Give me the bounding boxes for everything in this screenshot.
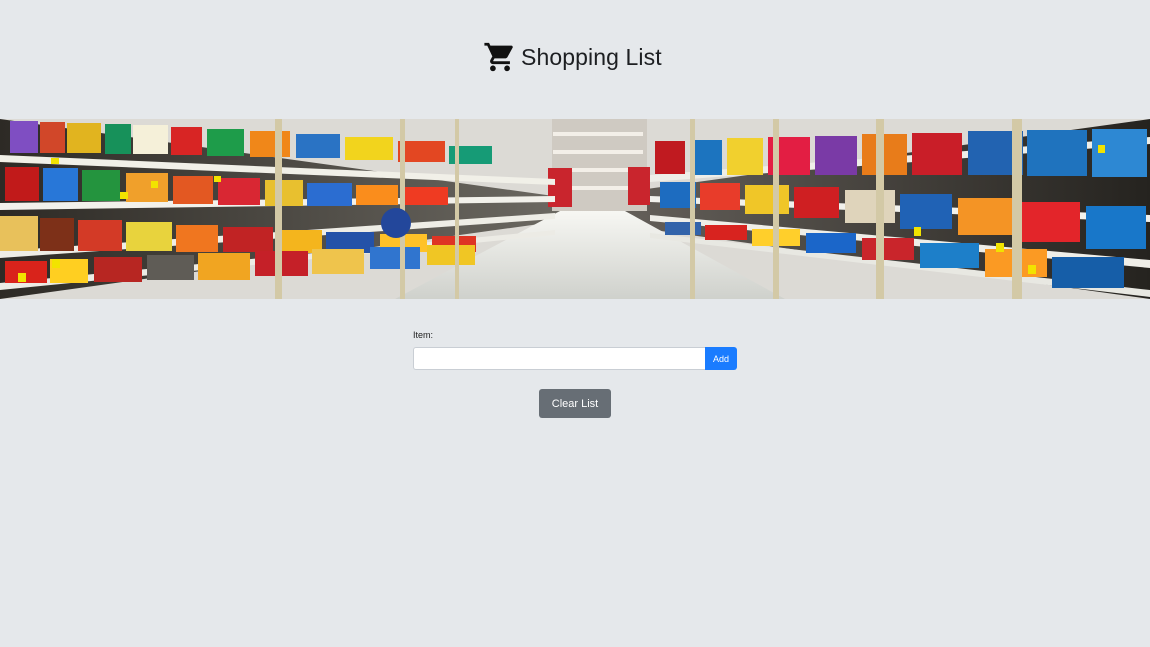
shopping-list-page: Shopping List Item: Add Clear List xyxy=(0,0,1150,647)
grocery-aisle-banner xyxy=(0,119,1150,299)
page-header: Shopping List xyxy=(0,0,1150,119)
item-input[interactable] xyxy=(413,347,705,370)
add-button[interactable]: Add xyxy=(705,347,737,370)
page-title: Shopping List xyxy=(521,44,662,70)
item-label: Item: xyxy=(413,330,434,340)
shopping-cart-icon xyxy=(484,42,513,72)
item-input-group: Add xyxy=(413,347,737,370)
clear-list-button[interactable]: Clear List xyxy=(539,389,611,418)
grocery-aisle-image xyxy=(0,119,1150,299)
title-group: Shopping List xyxy=(483,39,662,75)
add-item-form: Item: Add xyxy=(413,329,737,370)
